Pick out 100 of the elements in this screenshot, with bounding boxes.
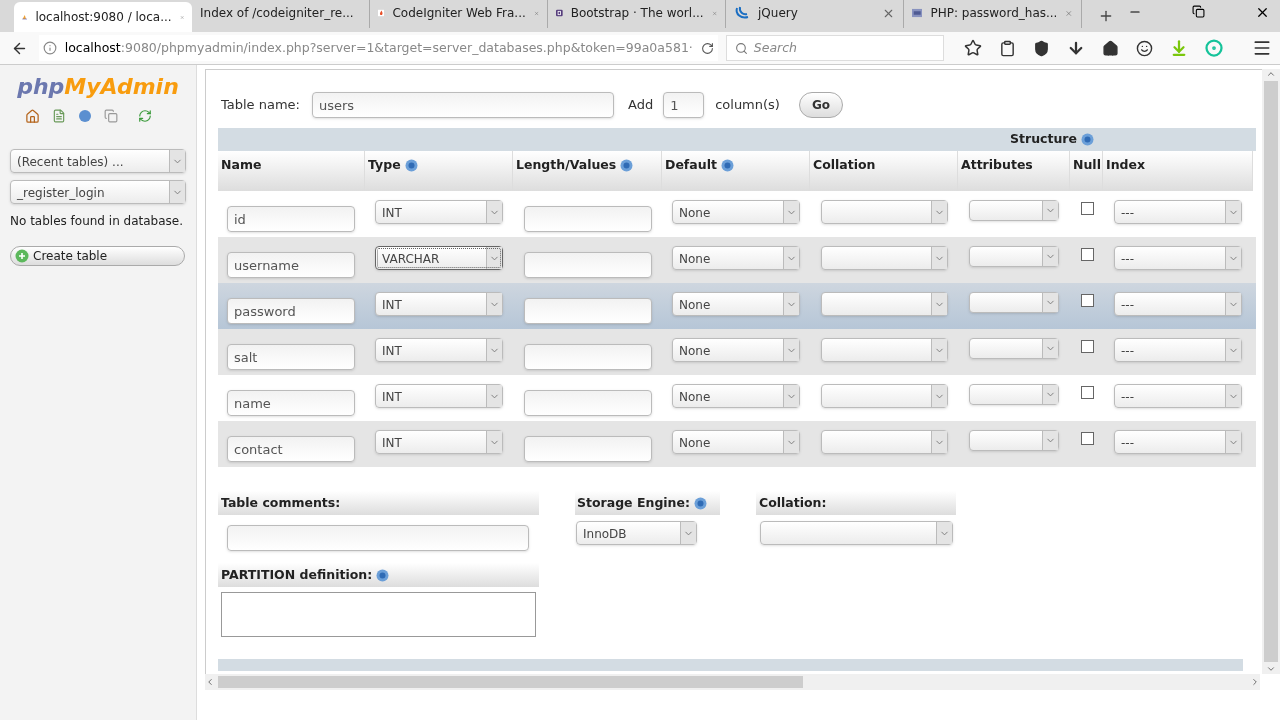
- help-icon[interactable]: [404, 159, 418, 172]
- text-field[interactable]: id: [227, 206, 355, 232]
- clipboard-icon[interactable]: [999, 39, 1016, 57]
- select-field[interactable]: [821, 384, 948, 408]
- horizontal-scrollbar[interactable]: [205, 674, 1260, 690]
- help-icon[interactable]: [77, 109, 92, 123]
- select-field[interactable]: INT: [375, 292, 503, 316]
- text-field[interactable]: password: [227, 298, 355, 324]
- address-bar[interactable]: localhost:9080/phpmyadmin/index.php?server=1&target=server_databases.php&token=99a0a581·: [38, 35, 718, 61]
- vertical-scrollbar[interactable]: [1262, 69, 1280, 674]
- text-field[interactable]: [524, 390, 652, 416]
- select-field[interactable]: (Recent tables) ...: [10, 149, 186, 173]
- select-field[interactable]: INT: [375, 384, 503, 408]
- scroll-left-icon[interactable]: [205, 677, 215, 687]
- select-field[interactable]: None: [672, 384, 800, 408]
- help-icon[interactable]: [376, 569, 390, 582]
- null-checkbox[interactable]: [1081, 248, 1094, 261]
- menu-icon[interactable]: [1252, 38, 1272, 58]
- select-field[interactable]: ---: [1114, 246, 1242, 270]
- text-field[interactable]: salt: [227, 344, 355, 370]
- tab-title: PHP: password_has...: [930, 5, 1058, 22]
- select-field[interactable]: [969, 430, 1059, 451]
- section-header: Collation:: [756, 491, 956, 515]
- text-field[interactable]: [524, 344, 652, 370]
- select-field[interactable]: InnoDB: [576, 521, 697, 545]
- select-field[interactable]: [969, 384, 1059, 405]
- restore-icon[interactable]: [1192, 5, 1205, 18]
- select-field[interactable]: None: [672, 200, 800, 224]
- select-field[interactable]: [821, 338, 948, 362]
- search-field[interactable]: Search: [725, 35, 944, 61]
- browser-tab[interactable]: jQuery: [726, 0, 904, 28]
- select-field[interactable]: [821, 430, 948, 454]
- text-field[interactable]: username: [227, 252, 355, 278]
- help-icon[interactable]: [720, 159, 734, 172]
- select-field[interactable]: ---: [1114, 384, 1242, 408]
- document-icon[interactable]: [51, 109, 66, 123]
- column-header: Name: [218, 151, 365, 191]
- text-field[interactable]: [524, 252, 652, 278]
- text-field[interactable]: [227, 525, 529, 551]
- null-checkbox[interactable]: [1081, 202, 1094, 215]
- go-button[interactable]: Go: [798, 92, 844, 118]
- select-field[interactable]: ---: [1114, 338, 1242, 362]
- null-checkbox[interactable]: [1081, 340, 1094, 353]
- select-field[interactable]: INT: [375, 200, 503, 224]
- scroll-right-icon[interactable]: [1250, 677, 1260, 687]
- column-count-unit: column(s): [715, 96, 780, 115]
- null-checkbox[interactable]: [1081, 432, 1094, 445]
- text-field[interactable]: 1: [663, 92, 705, 118]
- new-tab-icon[interactable]: [1098, 8, 1114, 24]
- select-field[interactable]: None: [672, 292, 800, 316]
- browser-tab[interactable]: CodeIgniter Web Fra...: [370, 0, 548, 28]
- select-field[interactable]: [969, 246, 1059, 267]
- select-field[interactable]: VARCHAR: [375, 246, 503, 270]
- copy-icon[interactable]: [103, 109, 118, 123]
- refresh-icon[interactable]: [137, 109, 152, 123]
- text-area[interactable]: [221, 592, 536, 637]
- text-field[interactable]: [524, 298, 652, 324]
- select-field[interactable]: None: [672, 430, 800, 454]
- select-field[interactable]: ---: [1114, 292, 1242, 316]
- select-field[interactable]: [969, 292, 1059, 313]
- select-field[interactable]: ---: [1114, 430, 1242, 454]
- smiley-icon[interactable]: [1136, 39, 1153, 57]
- circle-icon[interactable]: [1205, 39, 1223, 57]
- null-checkbox[interactable]: [1081, 386, 1094, 399]
- star-icon[interactable]: [964, 39, 982, 57]
- browser-tab[interactable]: Bootstrap · The worl...: [548, 0, 726, 28]
- text-field[interactable]: name: [227, 390, 355, 416]
- text-field[interactable]: [524, 436, 652, 462]
- select-field[interactable]: None: [672, 246, 800, 270]
- select-field[interactable]: None: [672, 338, 800, 362]
- select-field[interactable]: [760, 521, 953, 545]
- select-field[interactable]: [969, 200, 1059, 221]
- browser-tab[interactable]: localhost:9080 / loca...: [14, 2, 192, 32]
- download-icon[interactable]: [1067, 39, 1085, 57]
- select-field[interactable]: INT: [375, 338, 503, 362]
- help-icon[interactable]: [694, 497, 707, 510]
- section-header: Table comments:: [218, 491, 539, 515]
- text-field[interactable]: [524, 206, 652, 232]
- close-icon[interactable]: [1255, 5, 1270, 20]
- text-field[interactable]: users: [312, 92, 614, 118]
- shield-icon[interactable]: [1033, 39, 1050, 57]
- select-field[interactable]: _register_login: [10, 180, 186, 204]
- select-field[interactable]: [821, 200, 948, 224]
- help-icon[interactable]: [620, 159, 634, 172]
- help-icon[interactable]: [1081, 133, 1094, 146]
- browser-tab[interactable]: PHP: password_has...: [904, 0, 1082, 28]
- home-icon[interactable]: [1102, 39, 1119, 57]
- select-field[interactable]: ---: [1114, 200, 1242, 224]
- null-checkbox[interactable]: [1081, 294, 1094, 307]
- reload-icon[interactable]: [700, 41, 714, 55]
- select-field[interactable]: [821, 292, 948, 316]
- select-field[interactable]: [969, 338, 1059, 359]
- text-field[interactable]: contact: [227, 436, 355, 462]
- select-field[interactable]: [821, 246, 948, 270]
- scroll-up-icon[interactable]: [1266, 69, 1276, 79]
- url-text: localhost:9080/phpmyadmin/index.php?server=1&target=server_databases.php&token=99a0a581·: [64, 38, 693, 57]
- php-logo-icon: [912, 6, 923, 20]
- create-table-button[interactable]: Create table: [10, 246, 185, 266]
- scroll-down-icon[interactable]: [1266, 664, 1276, 674]
- select-field[interactable]: INT: [375, 430, 503, 454]
